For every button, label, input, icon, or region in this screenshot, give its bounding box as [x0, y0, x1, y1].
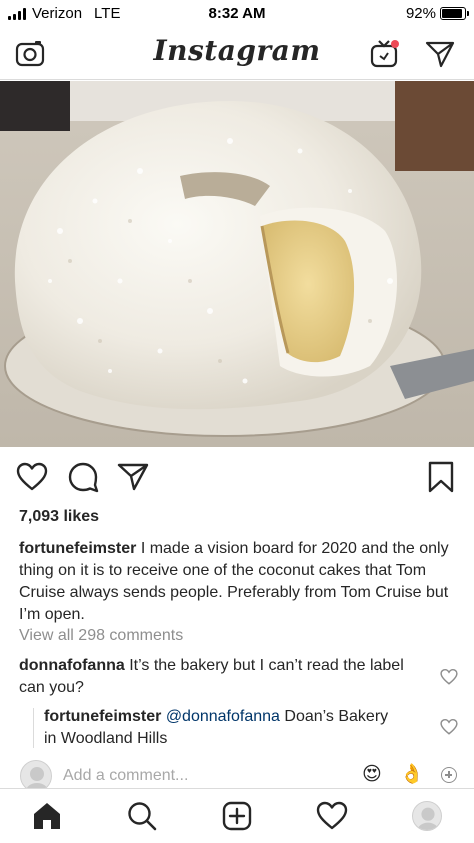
battery-icon — [440, 7, 469, 20]
comment: donnafofanna It’s the bakery but I can’t… — [19, 655, 419, 699]
post-photo[interactable] — [0, 81, 474, 447]
caption-username[interactable]: fortunefeimster — [19, 540, 136, 557]
reply-username[interactable]: fortunefeimster — [44, 708, 161, 725]
add-comment-input[interactable]: Add a comment... — [63, 767, 188, 785]
status-right: 92% — [405, 5, 469, 22]
comment-icon[interactable] — [66, 460, 100, 494]
heart-eyes-emoji-button[interactable]: 😍 — [362, 765, 382, 785]
igtv-icon[interactable] — [369, 38, 401, 70]
post-caption: fortunefeimster I made a vision board fo… — [19, 538, 449, 626]
clock: 8:32 AM — [208, 5, 266, 22]
view-all-comments-link[interactable]: View all 298 comments — [19, 627, 183, 645]
add-comment-row: Add a comment... 😍 👌 — [0, 760, 474, 792]
app-header: Instagram — [0, 26, 474, 80]
search-icon[interactable] — [125, 799, 159, 833]
comment-username[interactable]: donnafofanna — [19, 657, 125, 674]
app-logo: Instagram — [153, 34, 321, 67]
more-emoji-icon[interactable] — [441, 767, 457, 783]
like-count[interactable]: 7,093 likes — [19, 508, 99, 526]
heart-icon[interactable] — [15, 460, 49, 494]
ok-hand-emoji-button[interactable]: 👌 — [400, 765, 424, 785]
comment-like-icon[interactable] — [440, 668, 458, 686]
home-icon[interactable] — [30, 799, 64, 833]
reply-comment: fortunefeimster @donnafofanna Doan’s Bak… — [44, 706, 404, 750]
bookmark-icon[interactable] — [424, 460, 458, 494]
share-icon[interactable] — [116, 460, 150, 494]
reply-divider — [33, 708, 34, 748]
bottom-nav — [0, 788, 474, 843]
battery-percent: 92% — [405, 5, 436, 22]
new-post-icon[interactable] — [220, 799, 254, 833]
profile-avatar[interactable] — [410, 799, 444, 833]
reply-mention[interactable]: @donnafofanna — [166, 708, 280, 725]
reply-like-icon[interactable] — [440, 718, 458, 736]
post-actions — [0, 460, 474, 496]
activity-icon[interactable] — [315, 799, 349, 833]
status-bar: Verizon LTE 8:32 AM 92% — [0, 0, 474, 26]
direct-message-icon[interactable] — [424, 38, 456, 70]
